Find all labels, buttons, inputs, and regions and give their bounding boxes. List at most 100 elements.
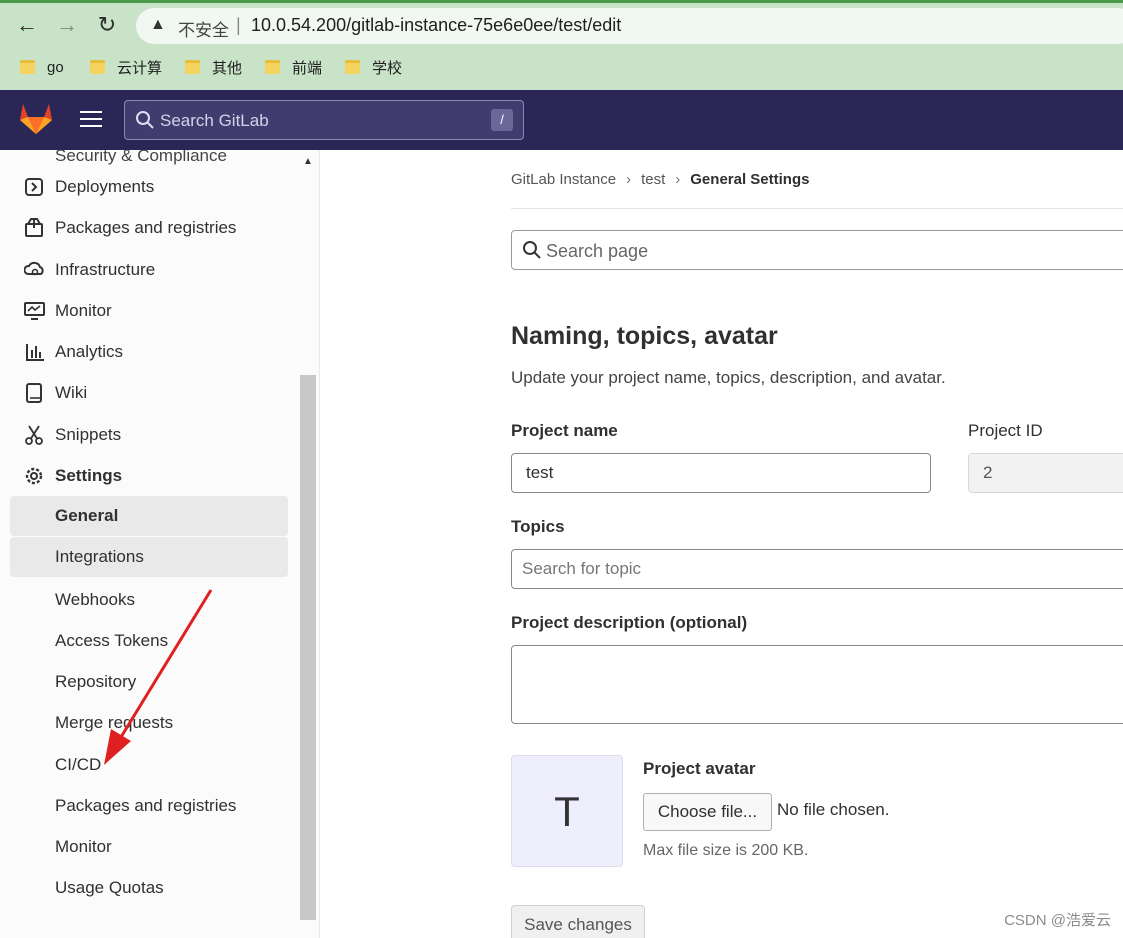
sidebar-item-analytics[interactable]: Analytics: [0, 332, 300, 372]
file-status: No file chosen.: [777, 800, 890, 819]
topics-placeholder: Search for topic: [522, 559, 642, 578]
package-icon: [25, 218, 43, 237]
folder-icon: [265, 60, 280, 74]
bookmark-cloud[interactable]: 云计算: [90, 56, 162, 78]
gear-icon: [25, 467, 43, 485]
sidebar-item-label: Analytics: [55, 342, 124, 361]
choose-file-button[interactable]: Choose file...: [643, 793, 772, 831]
save-changes-button[interactable]: Save changes: [511, 905, 645, 938]
bookmark-frontend[interactable]: 前端: [265, 56, 322, 78]
description-label: Project description (optional): [511, 613, 748, 632]
page-search-placeholder: Search page: [546, 241, 649, 261]
chart-icon: [26, 344, 44, 361]
sidebar-sub-repository[interactable]: Repository: [0, 662, 300, 702]
sidebar-sub-access-tokens[interactable]: Access Tokens: [0, 621, 300, 661]
sidebar-item-label: Deployments: [55, 177, 155, 196]
search-shortcut-badge: /: [491, 109, 513, 131]
project-id-field: 2: [968, 453, 1123, 493]
insecure-label: 不安全: [178, 21, 229, 40]
bookmark-label: 学校: [372, 59, 403, 77]
page-search-input[interactable]: Search page: [511, 230, 1123, 270]
sidebar-item-wiki[interactable]: Wiki: [0, 373, 300, 413]
avatar-letter: T: [554, 788, 580, 835]
address-bar[interactable]: ▲ 不安全 | 10.0.54.200/gitlab-instance-75e6…: [136, 8, 1123, 44]
reload-icon[interactable]: ↻: [92, 10, 122, 40]
sidebar-item-label: Snippets: [55, 425, 122, 444]
sidebar-item-label: Infrastructure: [55, 260, 156, 279]
sidebar-sub-label: Packages and registries: [55, 796, 237, 815]
sidebar-item-label: Wiki: [55, 383, 88, 402]
back-icon[interactable]: ←: [12, 10, 42, 40]
chevron-right-icon: ›: [626, 171, 632, 188]
deployments-icon: [25, 178, 43, 196]
sidebar-sub-label: Usage Quotas: [55, 878, 164, 897]
topics-label: Topics: [511, 517, 565, 536]
sidebar-item-deployments[interactable]: Deployments: [0, 167, 300, 207]
max-size-hint: Max file size is 200 KB.: [643, 842, 809, 859]
sidebar-item-snippets[interactable]: Snippets: [0, 415, 300, 455]
breadcrumb-link[interactable]: test: [641, 171, 665, 188]
divider: [511, 208, 1123, 209]
breadcrumb-link[interactable]: GitLab Instance: [511, 171, 616, 188]
sidebar-sub-label: CI/CD: [55, 755, 102, 774]
scroll-up-icon[interactable]: ▲: [303, 156, 313, 167]
project-description-textarea[interactable]: [511, 645, 1123, 724]
scissors-icon: [25, 425, 43, 445]
avatar-label: Project avatar: [643, 759, 756, 778]
sidebar-sub-label: General: [55, 506, 119, 525]
sidebar: Security & Compliance Deployments Packag…: [0, 150, 320, 938]
address-separator: |: [236, 15, 241, 35]
breadcrumb-current[interactable]: General Settings: [690, 171, 809, 188]
warning-icon: ▲: [150, 16, 166, 33]
sidebar-sub-usage-quotas[interactable]: Usage Quotas: [0, 868, 300, 908]
sidebar-scrollbar[interactable]: [300, 375, 316, 920]
watermark: CSDN @浩爱云: [1004, 912, 1111, 929]
sidebar-sub-webhooks[interactable]: Webhooks: [0, 580, 300, 620]
search-icon: [523, 241, 541, 259]
sidebar-sub-merge-requests[interactable]: Merge requests: [0, 703, 300, 743]
sidebar-sub-monitor[interactable]: Monitor: [0, 827, 300, 867]
project-name-label: Project name: [511, 421, 618, 440]
folder-icon: [345, 60, 360, 74]
section-title: Naming, topics, avatar: [511, 322, 778, 350]
menu-icon[interactable]: [80, 111, 102, 127]
bookmark-school[interactable]: 学校: [345, 56, 402, 78]
sidebar-item-label: Monitor: [55, 301, 112, 320]
forward-icon[interactable]: →: [52, 10, 82, 40]
topics-input[interactable]: Search for topic: [511, 549, 1123, 589]
sidebar-item-settings[interactable]: Settings: [0, 456, 300, 496]
sidebar-sub-integrations[interactable]: Integrations: [10, 537, 288, 577]
section-description: Update your project name, topics, descri…: [511, 368, 946, 387]
sidebar-sub-general[interactable]: General: [10, 496, 288, 536]
book-icon: [26, 383, 42, 403]
bookmark-go[interactable]: go: [20, 56, 64, 78]
gitlab-search-input[interactable]: Search GitLab /: [124, 100, 524, 140]
sidebar-item-packages[interactable]: Packages and registries: [0, 208, 300, 248]
sidebar-item-label: Packages and registries: [55, 218, 237, 237]
sidebar-item-infrastructure[interactable]: Infrastructure: [0, 250, 300, 290]
bookmark-label: go: [47, 58, 64, 76]
search-icon: [136, 111, 154, 129]
sidebar-sub-label: Repository: [55, 672, 137, 691]
avatar: T: [511, 755, 623, 867]
sidebar-sub-packages[interactable]: Packages and registries: [0, 786, 300, 826]
bookmark-other[interactable]: 其他: [185, 56, 242, 78]
project-name-field[interactable]: test: [511, 453, 931, 493]
sidebar-sub-label: Merge requests: [55, 713, 174, 732]
sidebar-sub-label: Webhooks: [55, 590, 136, 609]
sidebar-item-monitor[interactable]: Monitor: [0, 291, 300, 331]
chevron-right-icon: ›: [675, 171, 681, 188]
browser-top-accent: [0, 0, 1123, 3]
sidebar-item-label: Settings: [55, 466, 123, 485]
sidebar-sub-label: Integrations: [55, 547, 144, 566]
screen: ← → ↻ ▲ 不安全 | 10.0.54.200/gitlab-instanc…: [0, 0, 1123, 938]
cloud-gear-icon: [24, 261, 44, 276]
project-id-label: Project ID: [968, 421, 1043, 440]
url-text[interactable]: 10.0.54.200/gitlab-instance-75e6e0ee/tes…: [251, 15, 621, 36]
sidebar-sub-label: Monitor: [55, 837, 112, 856]
browser-toolbar: ← → ↻ ▲ 不安全 | 10.0.54.200/gitlab-instanc…: [0, 0, 1123, 90]
bookmark-label: 其他: [212, 59, 243, 77]
sidebar-sub-cicd[interactable]: CI/CD: [0, 745, 300, 785]
folder-icon: [90, 60, 105, 74]
gitlab-logo-icon[interactable]: [18, 101, 54, 135]
